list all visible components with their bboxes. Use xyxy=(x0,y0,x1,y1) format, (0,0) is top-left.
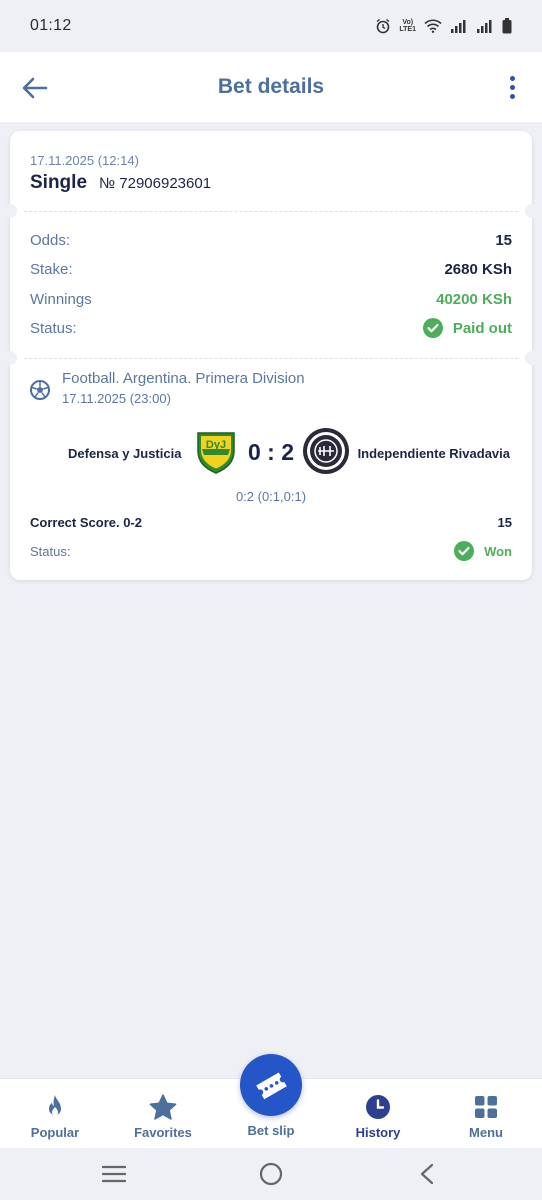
selection-status-value: Won xyxy=(484,543,512,559)
nav-popular[interactable]: Popular xyxy=(5,1079,105,1149)
signal-icon xyxy=(451,20,466,33)
check-circle-icon xyxy=(422,318,443,338)
card-notch xyxy=(525,204,539,218)
check-circle-icon xyxy=(454,541,475,561)
winnings-value: 40200 KSh xyxy=(436,290,512,308)
bet-status-label: Status: xyxy=(30,319,77,337)
system-nav-bar xyxy=(0,1148,542,1200)
home-circle-icon xyxy=(259,1162,283,1186)
winnings-label: Winnings xyxy=(30,290,92,308)
flame-icon xyxy=(49,1095,61,1116)
dot-icon xyxy=(509,84,515,90)
dot-icon xyxy=(509,75,515,81)
league-name: Football. Argentina. Primera Division xyxy=(62,370,305,387)
selection-status-label: Status: xyxy=(30,543,71,559)
market-row: Correct Score. 0-2 15 xyxy=(30,515,512,530)
system-back-button[interactable] xyxy=(412,1160,442,1188)
arrow-left-icon xyxy=(22,77,48,99)
home-team-name: Defensa y Justicia xyxy=(68,446,182,461)
bet-type: Single xyxy=(30,172,88,193)
recent-apps-button[interactable] xyxy=(99,1160,129,1188)
page-title: Bet details xyxy=(217,75,325,98)
home-score: 0 xyxy=(247,439,261,465)
ticket-icon xyxy=(256,1072,287,1100)
nav-label-bet-slip: Bet slip xyxy=(247,1123,295,1138)
back-button[interactable] xyxy=(20,73,50,103)
nav-label-menu: Menu xyxy=(469,1125,503,1140)
recent-apps-icon xyxy=(102,1165,126,1183)
away-team-logo xyxy=(303,428,349,474)
app-header: Bet details xyxy=(0,52,542,122)
nav-history[interactable]: History xyxy=(328,1079,428,1149)
bet-slip-button[interactable] xyxy=(240,1054,302,1116)
nav-label-history: History xyxy=(355,1125,401,1140)
match-score: 0 : 2 xyxy=(246,439,296,466)
alarm-icon xyxy=(376,18,390,34)
card-notch xyxy=(525,351,539,365)
winnings-row: Winnings 40200 KSh xyxy=(30,287,512,311)
score-separator: : xyxy=(267,439,275,465)
away-score: 2 xyxy=(281,439,295,465)
bet-card: 17.11.2025 (12:14) Single № 72906923601 … xyxy=(3,131,539,580)
dot-icon xyxy=(509,93,515,99)
home-team-logo: DyJ xyxy=(197,432,235,474)
bet-status-row: Status: Paid out xyxy=(30,316,512,340)
stake-label: Stake: xyxy=(30,260,73,278)
odds-label: Odds: xyxy=(30,231,71,249)
bet-status-badge: Paid out xyxy=(422,318,512,338)
odds-value: 15 xyxy=(495,231,512,249)
score-detail: 0:2 (0:1,0:1) xyxy=(235,489,307,504)
market-name: Correct Score. 0-2 xyxy=(30,515,142,530)
card-divider xyxy=(24,358,518,359)
signal-icon-2 xyxy=(477,20,492,33)
clock-icon xyxy=(366,1095,390,1119)
nav-label-favorites: Favorites xyxy=(134,1125,192,1140)
battery-icon xyxy=(502,18,512,34)
chevron-left-icon xyxy=(420,1163,434,1185)
card-notch xyxy=(3,204,17,218)
event-header: Football. Argentina. Primera Division 17… xyxy=(30,370,305,406)
star-icon xyxy=(149,1093,177,1120)
football-icon xyxy=(30,380,50,400)
selection-status-badge: Won xyxy=(454,541,512,561)
stake-value: 2680 KSh xyxy=(444,260,512,278)
more-options-button[interactable] xyxy=(500,72,524,102)
volte-indicator: Vo) LTE1 xyxy=(399,19,416,33)
status-icons: Vo) LTE1 xyxy=(375,18,512,34)
bet-status-value: Paid out xyxy=(452,319,512,337)
wifi-icon xyxy=(424,19,442,33)
market-odds: 15 xyxy=(497,515,512,530)
nav-favorites[interactable]: Favorites xyxy=(113,1079,213,1149)
bet-type-row: Single № 72906923601 xyxy=(30,172,211,194)
away-team-name: Independiente Rivadavia xyxy=(357,446,510,461)
status-bar: 01:12 Vo) LTE1 xyxy=(0,0,542,52)
bet-date: 17.11.2025 (12:14) xyxy=(30,153,139,168)
odds-row: Odds: 15 xyxy=(30,228,512,252)
selection-status-row: Status: Won xyxy=(30,539,512,563)
card-divider xyxy=(24,211,518,212)
match-date: 17.11.2025 (23:00) xyxy=(62,391,171,406)
event-info: Football. Argentina. Primera Division 17… xyxy=(62,370,305,406)
grid-icon xyxy=(475,1096,497,1118)
svg-text:DyJ: DyJ xyxy=(206,439,226,451)
home-button[interactable] xyxy=(256,1160,286,1188)
nav-menu[interactable]: Menu xyxy=(436,1079,536,1149)
card-notch xyxy=(3,351,17,365)
stake-row: Stake: 2680 KSh xyxy=(30,257,512,281)
status-time: 01:12 xyxy=(30,17,72,34)
nav-label-popular: Popular xyxy=(30,1125,80,1140)
bet-number: № 72906923601 xyxy=(99,175,212,192)
